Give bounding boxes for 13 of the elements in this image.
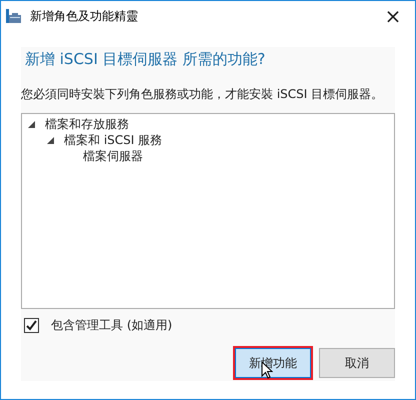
expand-icon[interactable] xyxy=(28,120,35,128)
close-button[interactable]: × xyxy=(371,1,415,31)
tree-item[interactable]: 檔案和 iSCSI 服務 xyxy=(64,132,162,148)
window-title: 新增角色及功能精靈 xyxy=(30,8,139,24)
cancel-button[interactable]: 取消 xyxy=(319,348,395,378)
tree-item[interactable]: 檔案伺服器 xyxy=(83,148,143,164)
checkbox-label: 包含管理工具 (如適用) xyxy=(51,317,172,334)
expand-icon[interactable] xyxy=(47,136,54,144)
tree-item[interactable]: 檔案和存放服務 xyxy=(45,116,129,132)
dialog-heading: 新增 iSCSI 目標伺服器 所需的功能? xyxy=(24,49,266,70)
checkbox[interactable] xyxy=(24,318,39,333)
description: 您必須同時安裝下列角色服務或功能，才能安裝 iSCSI 目標伺服器。 xyxy=(21,86,384,103)
app-icon xyxy=(6,8,22,24)
